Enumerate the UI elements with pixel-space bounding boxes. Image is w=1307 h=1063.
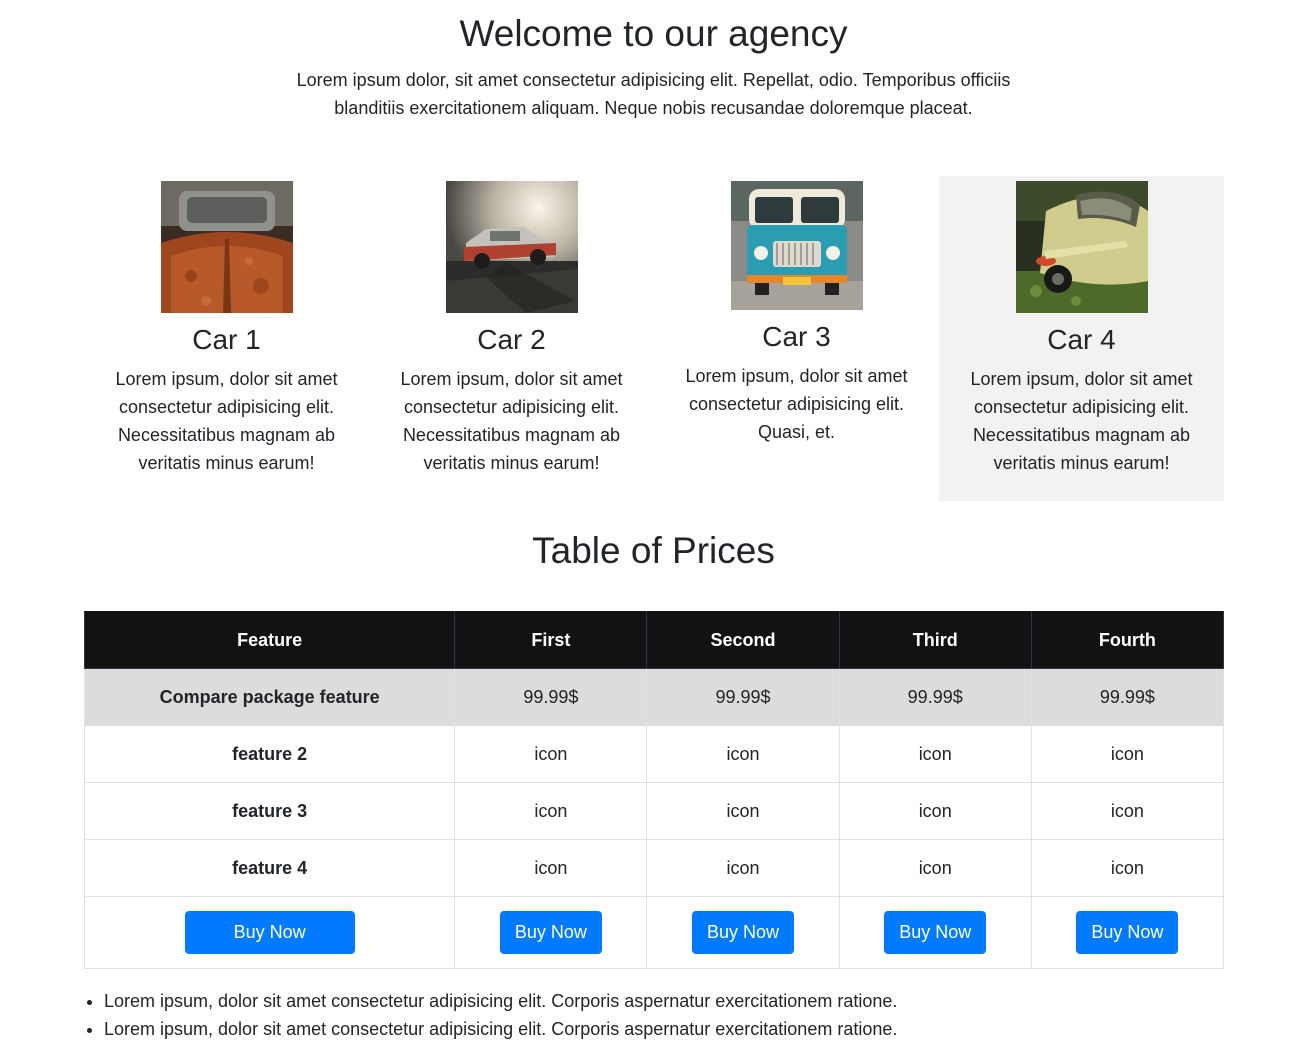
table-row: Compare package feature 99.99$ 99.99$ 99…	[83, 668, 1225, 726]
price-table-header: Feature First Second Third Fourth	[83, 611, 1225, 669]
prices-title: Table of Prices	[532, 530, 775, 571]
buy-now-button-third[interactable]: Buy Now	[884, 911, 987, 954]
rusty-car-hood-photo	[160, 181, 293, 313]
car-card-title: Car 1	[192, 324, 261, 355]
vintage-sports-car-image	[1015, 181, 1148, 313]
feature-cell: icon	[646, 782, 840, 840]
car-card-text: Lorem ipsum, dolor sit amet consectetur …	[685, 365, 908, 442]
buy-now-button-second[interactable]: Buy Now	[692, 911, 795, 954]
car-card-text: Lorem ipsum, dolor sit amet consectetur …	[970, 368, 1193, 473]
feature-name: Compare package feature	[83, 668, 456, 726]
buy-cell: Buy Now	[646, 896, 840, 969]
table-header-row: Feature First Second Third Fourth	[83, 611, 1225, 669]
feature-cell: icon	[454, 839, 648, 897]
feature-cell: icon	[454, 782, 648, 840]
buy-now-button-fourth[interactable]: Buy Now	[1076, 911, 1179, 954]
feature-name: feature 3	[83, 782, 456, 840]
vintage-sports-car-photo	[1015, 181, 1148, 313]
buy-cell: Buy Now	[838, 896, 1032, 969]
feature-cell: icon	[646, 725, 840, 783]
header-feature: Feature	[83, 611, 456, 669]
car-card-2: Car 2 Lorem ipsum, dolor sit amet consec…	[369, 176, 654, 501]
car-card-title: Car 4	[1047, 324, 1116, 355]
feature-cell: icon	[454, 725, 648, 783]
bullet-list: Lorem ipsum, dolor sit amet consectetur …	[104, 987, 897, 1043]
table-row: feature 4 icon icon icon icon	[83, 839, 1225, 897]
list-item: Lorem ipsum, dolor sit amet consectetur …	[104, 1015, 897, 1043]
price-cell: 99.99$	[1030, 668, 1225, 726]
feature-cell: icon	[838, 839, 1032, 897]
header-fourth: Fourth	[1030, 611, 1225, 669]
buy-cell: Buy Now	[83, 896, 456, 969]
car-card-text: Lorem ipsum, dolor sit amet consectetur …	[400, 368, 623, 473]
feature-cell: icon	[838, 782, 1032, 840]
rusty-car-hood-image	[160, 181, 293, 313]
car-cards: Car 1 Lorem ipsum, dolor sit amet consec…	[84, 176, 1224, 501]
price-cell: 99.99$	[454, 668, 648, 726]
price-cell: 99.99$	[646, 668, 840, 726]
feature-cell: icon	[1030, 725, 1225, 783]
buy-cell: Buy Now	[454, 896, 648, 969]
car-card-title: Car 2	[477, 324, 546, 355]
vintage-bus-photo	[730, 181, 863, 310]
classic-car-sunset-image	[445, 181, 578, 313]
buy-cell: Buy Now	[1030, 896, 1225, 969]
list-item: Lorem ipsum, dolor sit amet consectetur …	[104, 987, 897, 1015]
feature-cell: icon	[1030, 839, 1225, 897]
feature-cell: icon	[646, 839, 840, 897]
hero-description: Lorem ipsum dolor, sit amet consectetur …	[296, 70, 1011, 119]
table-row: feature 2 icon icon icon icon	[83, 725, 1225, 783]
price-cell: 99.99$	[838, 668, 1032, 726]
price-table: Feature First Second Third Fourth Compar…	[83, 611, 1225, 969]
feature-name: feature 4	[83, 839, 456, 897]
price-table-body: Compare package feature 99.99$ 99.99$ 99…	[83, 668, 1225, 969]
car-card-1: Car 1 Lorem ipsum, dolor sit amet consec…	[84, 176, 369, 501]
car-card-3: Car 3 Lorem ipsum, dolor sit amet consec…	[654, 176, 939, 501]
car-card-title: Car 3	[762, 321, 831, 352]
classic-car-sunset-photo	[445, 181, 578, 313]
header-first: First	[454, 611, 648, 669]
buy-now-button-first[interactable]: Buy Now	[499, 911, 602, 954]
car-card-4: Car 4 Lorem ipsum, dolor sit amet consec…	[939, 176, 1224, 501]
feature-cell: icon	[838, 725, 1032, 783]
hero-section: Welcome to our agency Lorem ipsum dolor,…	[0, 12, 1307, 122]
feature-cell: icon	[1030, 782, 1225, 840]
hero-title: Welcome to our agency	[459, 13, 848, 54]
table-row: feature 3 icon icon icon icon	[83, 782, 1225, 840]
car-card-text: Lorem ipsum, dolor sit amet consectetur …	[115, 368, 338, 473]
feature-name: feature 2	[83, 725, 456, 783]
vintage-bus-image	[730, 181, 863, 310]
header-third: Third	[838, 611, 1032, 669]
table-row-buttons: Buy Now Buy Now Buy Now Buy Now Buy Now	[83, 896, 1225, 969]
page: Welcome to our agency Lorem ipsum dolor,…	[0, 0, 1307, 1063]
buy-now-button-feature[interactable]: Buy Now	[184, 911, 355, 954]
header-second: Second	[646, 611, 840, 669]
